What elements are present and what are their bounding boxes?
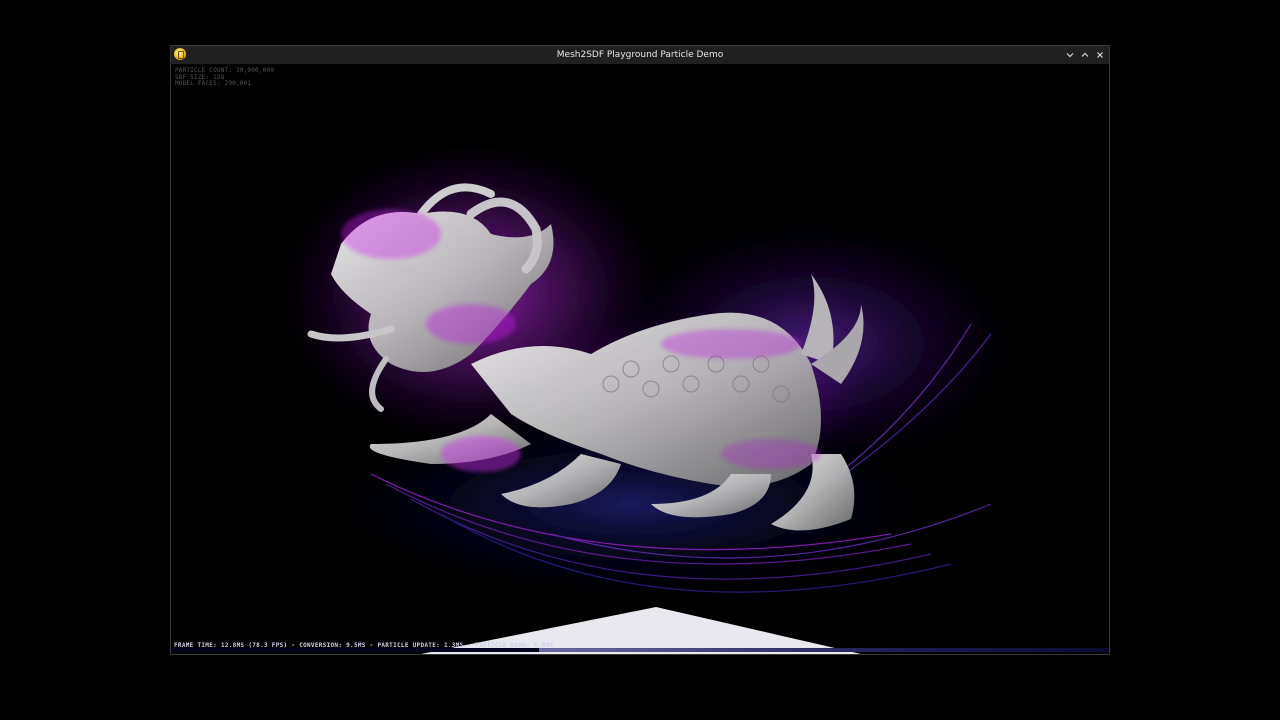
frame-timing-text: FRAME TIME: 12.8MS (78.3 FPS) - CONVERSI… [174,642,554,649]
particle-scene [281,144,1011,654]
minimize-icon[interactable] [1063,48,1077,62]
title-bar[interactable]: Mesh2SDF Playground Particle Demo [171,46,1109,65]
close-icon[interactable] [1093,48,1107,62]
timing-fill [539,648,1109,652]
timing-bar: FRAME TIME: 12.8MS (78.3 FPS) - CONVERSI… [171,642,1109,652]
window-title: Mesh2SDF Playground Particle Demo [556,50,724,60]
maximize-icon[interactable] [1078,48,1092,62]
model-faces-text: MODEL FACES: 290,001 [175,80,252,87]
render-viewport[interactable]: PARTICLE COUNT: 30,000,000 SDF SIZE: 128… [171,64,1109,654]
app-window: Mesh2SDF Playground Particle Demo PARTIC… [170,45,1110,655]
stats-overlay: PARTICLE COUNT: 30,000,000 SDF SIZE: 128… [175,67,274,88]
